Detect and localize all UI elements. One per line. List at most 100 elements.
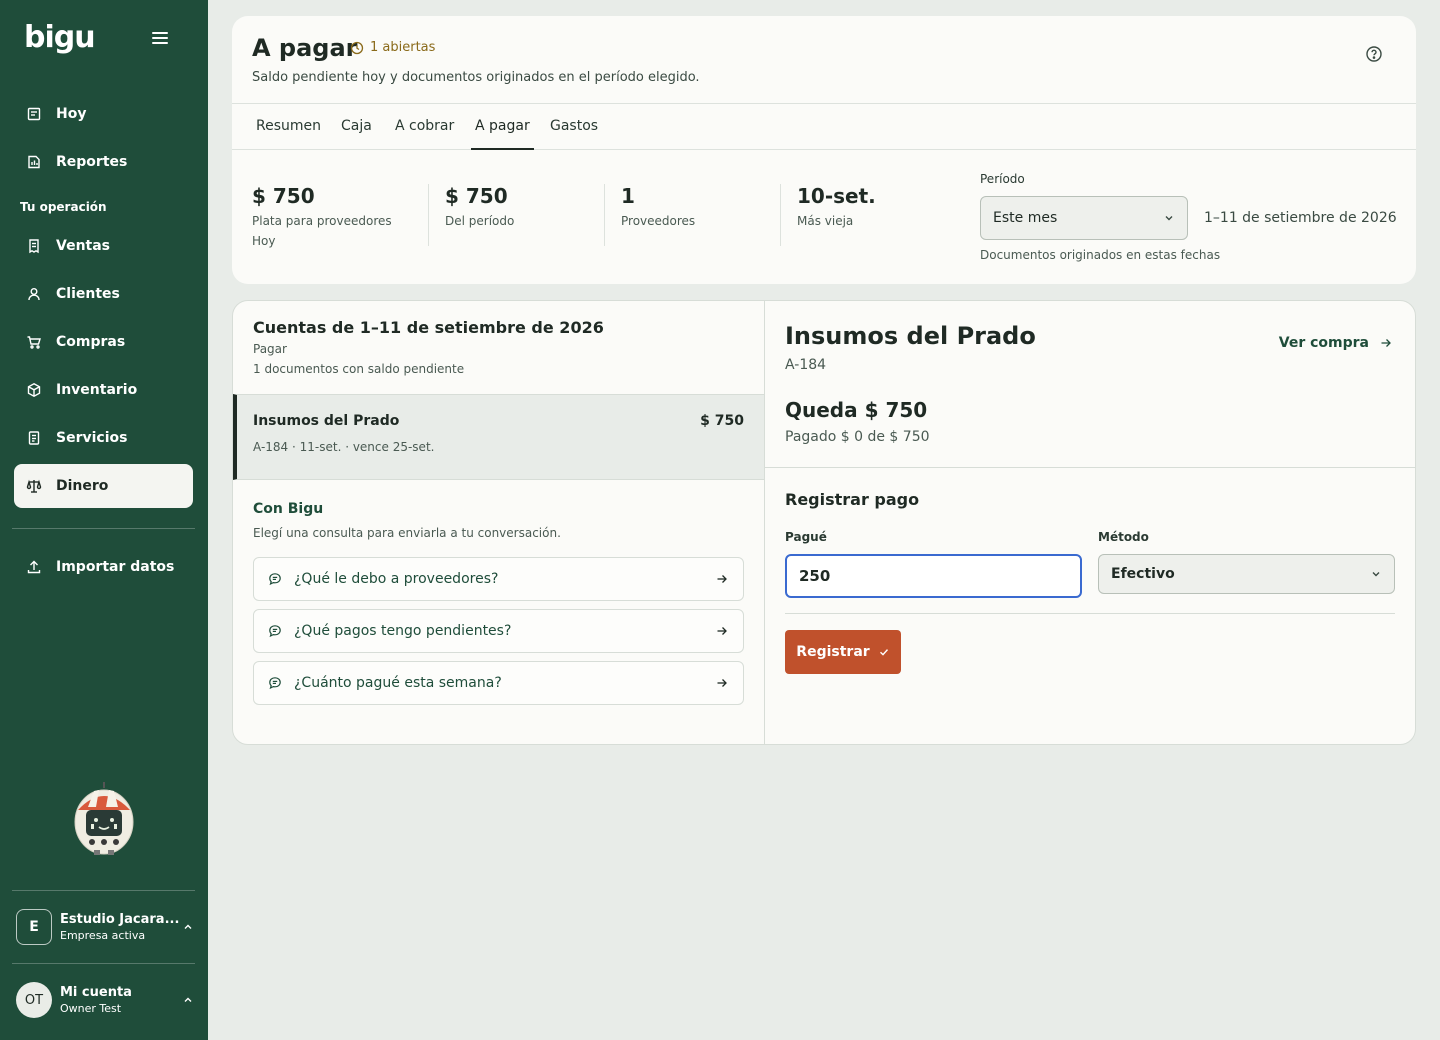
sidebar-item-importar[interactable]: Importar datos [14,545,193,589]
sidebar-item-inventario[interactable]: Inventario [14,368,193,412]
sidebar-item-reportes[interactable]: Reportes [14,140,193,184]
register-label: Registrar [796,644,870,660]
payment-amount-input[interactable] [785,554,1082,598]
bigu-logo[interactable]: bigu [24,20,96,55]
tab-resumen[interactable]: Resumen [252,104,325,150]
sidebar-item-label: Inventario [56,382,138,398]
company-status: Empresa activa [60,929,146,942]
query-label: ¿Qué le debo a proveedores? [294,571,499,587]
stat-suppliers: 1 Proveedores [621,184,695,228]
stat-value: $ 750 [445,184,508,208]
register-button[interactable]: Registrar [785,630,901,674]
stat-label: Plata para proveedores [252,214,392,228]
stat-value: 10-set. [797,184,876,208]
company-name: Estudio Jacara... [60,912,180,927]
arrow-right-icon [1381,339,1391,347]
chat-icon [269,677,281,690]
tabs-bar: Resumen Caja A cobrar A pagar Gastos [232,103,1416,150]
period-label: Período [980,172,1025,186]
menu-icon[interactable] [152,32,168,46]
list-count: 1 documentos con saldo pendiente [253,362,465,376]
account-menu[interactable]: OT Mi cuenta Owner Test [16,980,194,1020]
cart-icon [27,336,41,349]
open-count-text: 1 abiertas [370,40,436,55]
query-label: ¿Qué pagos tengo pendientes? [294,623,512,639]
account-title: Mi cuenta [60,985,132,1000]
period-range: 1–11 de setiembre de 2026 [1204,210,1397,226]
view-purchase-link[interactable]: Ver compra [1279,335,1393,351]
chat-icon [269,625,281,638]
sidebar-item-compras[interactable]: Compras [14,320,193,364]
stat-label: Proveedores [621,214,696,228]
arrow-right-icon [717,679,727,687]
tab-gastos[interactable]: Gastos [546,104,602,150]
query-button[interactable]: ¿Qué pagos tengo pendientes? [253,609,744,653]
chevron-up-icon [184,997,192,1002]
sidebar-item-label: Dinero [56,478,109,494]
sidebar: bigu Hoy Reportes Tu operación Ventas Cl… [0,0,208,1040]
sidebar-item-label: Hoy [56,106,87,122]
period-selected: Este mes [993,210,1058,226]
remaining-amount: Queda $ 750 [785,398,928,422]
detail-divider [765,467,1415,468]
stat-supplier-money: $ 750 Plata para proveedores Hoy [252,184,392,248]
scale-icon [26,479,42,493]
register-payment-title: Registrar pago [785,490,920,509]
paid-amount: Pagado $ 0 de $ 750 [785,429,930,445]
open-count-badge: 1 abiertas [350,40,435,55]
header-card: A pagar 1 abiertas Saldo pendiente hoy y… [232,16,1416,284]
tab-caja[interactable]: Caja [337,104,376,150]
sidebar-divider [12,890,195,891]
sidebar-divider [12,963,195,964]
query-button[interactable]: ¿Cuánto pagué esta semana? [253,661,744,705]
stat-divider [780,184,781,246]
list-item[interactable]: Insumos del Prado $ 750 A-184 · 11-set. … [233,394,764,480]
sidebar-item-dinero[interactable]: Dinero [14,464,193,508]
sidebar-item-clientes[interactable]: Clientes [14,272,193,316]
stat-value: 1 [621,184,635,208]
upload-icon [27,560,41,574]
tab-a-pagar[interactable]: A pagar [471,104,534,150]
chevron-up-icon [184,924,192,929]
company-avatar: E [16,909,52,945]
period-select[interactable]: Este mes [980,196,1188,240]
tab-a-cobrar[interactable]: A cobrar [391,104,458,150]
check-icon [879,649,888,656]
user-icon [28,288,40,301]
company-switcher[interactable]: E Estudio Jacara... Empresa activa [16,907,194,947]
stat-period: $ 750 Del período [445,184,514,228]
query-button[interactable]: ¿Qué le debo a proveedores? [253,557,744,601]
doc-meta: A-184 · 11-set. · vence 25-set. [253,440,435,454]
sidebar-item-label: Ventas [56,238,111,254]
method-selected: Efectivo [1111,566,1175,582]
help-icon[interactable] [1365,45,1383,63]
sidebar-item-ventas[interactable]: Ventas [14,224,193,268]
stat-divider [428,184,429,246]
sidebar-item-servicios[interactable]: Servicios [14,416,193,460]
sidebar-item-label: Reportes [56,154,128,170]
form-divider [785,613,1395,614]
amount-label: Pagué [785,530,827,544]
stat-sub: Hoy [252,234,276,248]
stat-label: Del período [445,214,515,228]
stat-value: $ 750 [252,184,315,208]
supplier-name: Insumos del Prado [785,322,1036,350]
receipt-icon [29,239,39,254]
bigu-title: Con Bigu [253,501,324,517]
chat-icon [269,573,281,586]
calendar-icon [27,107,41,121]
bigu-subtitle: Elegí una consulta para enviarla a tu co… [253,526,561,540]
page-subtitle: Saldo pendiente hoy y documentos origina… [252,70,700,85]
clock-icon [350,41,364,54]
sidebar-item-label: Servicios [56,430,128,446]
payment-method-select[interactable]: Efectivo [1098,554,1395,594]
section-label: Tu operación [20,200,107,214]
arrow-right-icon [717,627,727,635]
document-detail: Insumos del Prado A-184 Ver compra Queda… [765,301,1415,744]
sidebar-item-hoy[interactable]: Hoy [14,92,193,136]
list-kind: Pagar [253,342,287,356]
payables-panel: Cuentas de 1–11 de setiembre de 2026 Pag… [232,300,1416,745]
report-icon [28,155,40,169]
document-icon [28,431,40,445]
sidebar-divider [12,528,195,529]
